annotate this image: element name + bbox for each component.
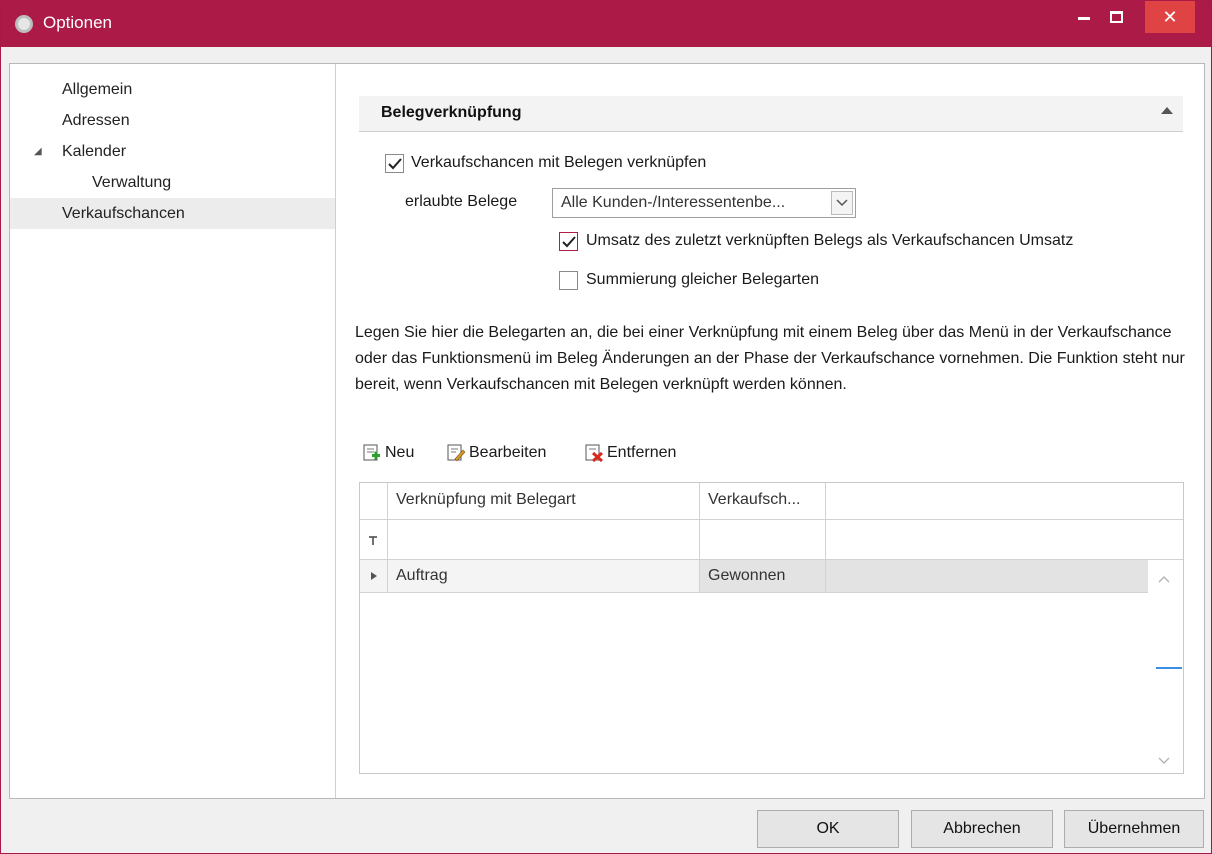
row-indicator-header [360, 483, 388, 520]
collapse-icon[interactable] [1161, 107, 1173, 114]
ok-button[interactable]: OK [757, 810, 899, 848]
edit-label: Bearbeiten [469, 444, 547, 461]
remove-button[interactable]: Entfernen [585, 440, 700, 468]
nav-item-label: Adressen [62, 112, 130, 129]
allowed-docs-label: erlaubte Belege [405, 193, 518, 210]
sum-label: Summierung gleicher Belegarten [586, 271, 820, 288]
column-header-phase[interactable]: Verkaufsch... [700, 483, 826, 520]
checkmark-icon [562, 236, 576, 248]
column-header-belegart[interactable]: Verknüpfung mit Belegart [388, 483, 700, 520]
allowed-docs-select[interactable]: Alle Kunden-/Interessentenbe... [552, 188, 856, 218]
apply-button[interactable]: Übernehmen [1064, 810, 1204, 848]
chevron-down-icon [836, 199, 848, 207]
description-text: Legen Sie hier die Belegarten an, die be… [355, 324, 1185, 393]
section-title: Belegverknüpfung [381, 104, 522, 121]
revenue-checkbox[interactable] [559, 232, 578, 251]
column-header-label: Verkaufsch... [708, 491, 801, 508]
nav-item-label: Kalender [62, 143, 127, 160]
close-icon: ✕ [1162, 7, 1178, 27]
options-nav-tree: Allgemein Adressen ◢ Kalender Verwaltung… [10, 64, 336, 798]
edit-button[interactable]: Bearbeiten [447, 440, 567, 468]
table-cell-empty[interactable] [826, 560, 1148, 593]
new-icon [363, 444, 380, 461]
nav-item-verwaltung[interactable]: Verwaltung [10, 167, 335, 198]
link-documents-label: Verkaufschancen mit Belegen verknüpfen [411, 154, 707, 171]
filter-cell-belegart[interactable] [388, 520, 700, 560]
filter-cell-phase[interactable] [700, 520, 826, 560]
column-header-empty [826, 483, 1183, 520]
maximize-icon [1109, 10, 1123, 23]
window-title: Optionen [43, 13, 112, 32]
filter-icon [369, 536, 377, 545]
nav-item-label: Allgemein [62, 81, 133, 98]
row-indicator[interactable] [360, 560, 388, 593]
section-header[interactable]: Belegverknüpfung [359, 96, 1183, 132]
remove-label: Entfernen [607, 444, 677, 461]
scroll-down-icon[interactable] [1158, 757, 1170, 765]
filter-cell-empty [826, 520, 1183, 560]
nav-item-verkaufschancen[interactable]: Verkaufschancen [10, 198, 335, 229]
filter-row-indicator [360, 520, 388, 560]
revenue-label: Umsatz des zuletzt verknüpften Belegs al… [586, 232, 1074, 249]
scroll-up-icon[interactable] [1158, 575, 1170, 583]
options-content: Belegverknüpfung Verkaufschancen mit Bel… [337, 64, 1204, 798]
row-pointer-icon [371, 572, 377, 580]
minimize-button[interactable] [1069, 1, 1099, 31]
nav-item-allgemein[interactable]: Allgemein [10, 74, 335, 105]
close-button[interactable]: ✕ [1145, 1, 1195, 33]
maximize-button[interactable] [1101, 1, 1131, 31]
options-window: Optionen ✕ Allgemein Adressen ◢ Kalender… [0, 0, 1212, 854]
remove-icon [585, 444, 603, 462]
link-documents-checkbox[interactable] [385, 154, 404, 173]
expand-arrow-icon[interactable]: ◢ [34, 136, 42, 167]
cell-text: Gewonnen [708, 567, 786, 584]
nav-item-label: Verwaltung [92, 174, 172, 191]
nav-item-label: Verkaufschancen [62, 205, 185, 222]
table-cell-belegart[interactable]: Auftrag [388, 560, 700, 593]
allowed-docs-value: Alle Kunden-/Interessentenbe... [561, 194, 786, 211]
new-button[interactable]: Neu [363, 440, 433, 468]
edit-icon [447, 444, 465, 462]
new-label: Neu [385, 444, 415, 461]
sum-checkbox[interactable] [559, 271, 578, 290]
options-panel: Allgemein Adressen ◢ Kalender Verwaltung… [9, 63, 1205, 799]
nav-item-adressen[interactable]: Adressen [10, 105, 335, 136]
column-header-label: Verknüpfung mit Belegart [396, 491, 576, 508]
title-bar: Optionen ✕ [1, 1, 1211, 47]
checkmark-icon [388, 158, 402, 170]
minimize-icon [1078, 17, 1090, 21]
nav-item-kalender[interactable]: ◢ Kalender [10, 136, 335, 167]
cell-text: Auftrag [396, 567, 448, 584]
scrollbar-thumb[interactable] [1156, 667, 1182, 669]
table-cell-phase[interactable]: Gewonnen [700, 560, 826, 593]
app-icon [15, 15, 33, 33]
document-link-grid: Verknüpfung mit Belegart Verkaufsch... A… [359, 482, 1184, 774]
cancel-button[interactable]: Abbrechen [911, 810, 1053, 848]
dropdown-button[interactable] [831, 191, 853, 215]
